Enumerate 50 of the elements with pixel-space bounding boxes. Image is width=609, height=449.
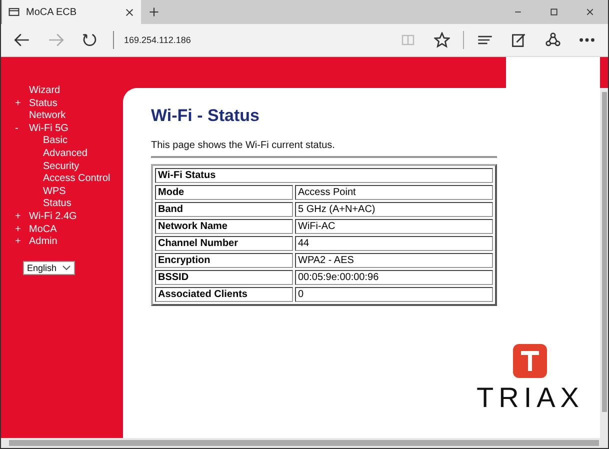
- menu-item[interactable]: Access Control: [43, 173, 110, 186]
- collapse-marker[interactable]: -: [15, 122, 29, 136]
- menu-item[interactable]: Basic: [43, 135, 68, 148]
- page-title: Wi-Fi - Status: [151, 106, 260, 126]
- menu-item[interactable]: Security: [43, 160, 80, 174]
- menu-item[interactable]: MoCA: [29, 224, 57, 236]
- menu-item[interactable]: Status: [29, 98, 58, 110]
- menu-item[interactable]: Advanced: [43, 148, 88, 161]
- close-icon[interactable]: [124, 6, 135, 18]
- table-cell: Encryption: [155, 253, 293, 268]
- menu-item[interactable]: Admin: [29, 236, 58, 249]
- note-pen-icon[interactable]: [511, 32, 527, 48]
- table-cell: 5 GHz (A+N+AC): [295, 202, 493, 217]
- maximize-icon[interactable]: [549, 7, 559, 17]
- menu-item[interactable]: Wi-Fi 5G: [29, 122, 68, 136]
- table-cell: Channel Number: [155, 236, 293, 251]
- table-cell: Access Point: [295, 185, 493, 200]
- close-icon[interactable]: [585, 7, 595, 17]
- expand-marker[interactable]: +: [15, 98, 29, 110]
- table-cell: WiFi-AC: [295, 219, 493, 234]
- plus-icon[interactable]: [148, 6, 160, 18]
- page-description: This page shows the Wi-Fi current status.: [151, 140, 336, 151]
- table-cell: 44: [295, 236, 493, 251]
- star-icon[interactable]: [434, 32, 450, 48]
- table-cell: Network Name: [155, 219, 293, 234]
- table-heading: Wi-Fi Status: [155, 168, 493, 183]
- triax-logo-icon: [513, 344, 548, 378]
- table-cell: Mode: [155, 185, 293, 200]
- table-cell: Associated Clients: [155, 287, 293, 302]
- expand-marker[interactable]: +: [15, 210, 29, 224]
- refresh-icon[interactable]: [82, 32, 98, 48]
- menu-item[interactable]: Status: [43, 198, 72, 211]
- table-cell: Band: [155, 202, 293, 217]
- share-icon[interactable]: [545, 32, 561, 48]
- browser-tab[interactable]: MoCA ECB: [1, 0, 141, 24]
- table-cell: 00:05:9e:00:00:96: [295, 270, 493, 285]
- language-dropdown[interactable]: English: [23, 260, 75, 275]
- expand-marker[interactable]: +: [15, 224, 29, 236]
- logo-text: TRIAX: [476, 382, 584, 414]
- menu-item[interactable]: Wi-Fi 2.4G: [29, 210, 77, 224]
- table-cell: BSSID: [155, 270, 293, 285]
- menu-item[interactable]: Network: [29, 110, 66, 123]
- menu-item[interactable]: Wizard: [29, 85, 60, 98]
- chevron-down-icon: [62, 264, 71, 271]
- menu-item[interactable]: WPS: [43, 186, 66, 198]
- page-icon[interactable]: [8, 6, 20, 18]
- back-arrow-icon[interactable]: [14, 32, 30, 48]
- table-cell: 0: [295, 287, 493, 302]
- table-cell: WPA2 - AES: [295, 253, 493, 268]
- expand-marker[interactable]: +: [15, 236, 29, 249]
